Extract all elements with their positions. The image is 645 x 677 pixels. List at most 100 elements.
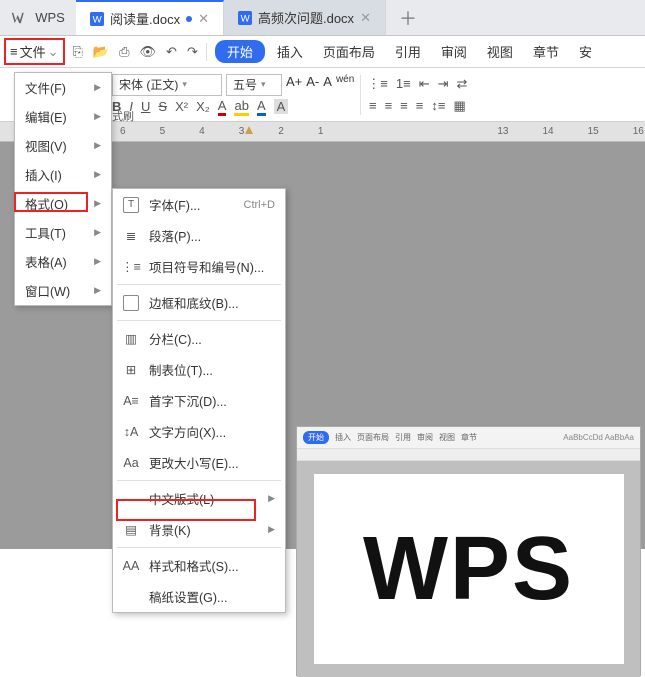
new-tab-button[interactable]: ＋ xyxy=(386,0,430,35)
file-menu-button[interactable]: ≡ 文件 ⌄ xyxy=(6,40,63,63)
wps-logo-icon xyxy=(11,9,29,27)
outdent-icon[interactable]: ⇤ xyxy=(419,76,430,92)
open-icon[interactable]: 📂 xyxy=(93,44,109,60)
close-icon[interactable]: ✕ xyxy=(198,11,209,27)
underline-icon[interactable]: U xyxy=(141,99,150,114)
tab-icon[interactable]: ⇄ xyxy=(457,76,468,92)
char-shading-icon[interactable]: A xyxy=(274,99,289,114)
strike-icon[interactable]: S xyxy=(158,99,167,114)
submenu-changecase[interactable]: Aa更改大小写(E)... xyxy=(113,447,285,478)
submenu-columns[interactable]: ▥分栏(C)... xyxy=(113,323,285,354)
submenu-textdir[interactable]: ↕A文字方向(X)... xyxy=(113,416,285,447)
separator xyxy=(117,320,281,321)
menu-insert[interactable]: 插入(I)▶ xyxy=(15,160,111,189)
submenu-font[interactable]: T字体(F)...Ctrl+D xyxy=(113,189,285,220)
font-dialog-icon: T xyxy=(123,197,139,213)
svg-text:W: W xyxy=(93,14,103,25)
dropcap-icon: A≡ xyxy=(123,393,139,409)
app-tab[interactable]: WPS xyxy=(0,0,76,35)
file-menu-label: 文件 xyxy=(20,42,46,61)
ruler-tick: 14 xyxy=(543,126,554,137)
submenu-manuscript[interactable]: 稿纸设置(G)... xyxy=(113,581,285,612)
svg-text:W: W xyxy=(241,13,251,24)
indent-marker-icon[interactable] xyxy=(245,126,253,134)
preview-ruler xyxy=(297,449,640,461)
subscript-icon[interactable]: X₂ xyxy=(196,99,210,114)
ruler-tick: 2 xyxy=(278,126,284,137)
justify-icon[interactable]: ≡ xyxy=(416,98,424,113)
submenu-arrow-icon: ▶ xyxy=(94,198,101,209)
clear-format-icon[interactable]: A xyxy=(323,74,332,96)
decrease-font-icon[interactable]: A- xyxy=(306,74,319,96)
submenu-borders[interactable]: 边框和底纹(B)... xyxy=(113,287,285,318)
ribbon-tab-chapter[interactable]: 章节 xyxy=(525,40,567,63)
submenu-dropcap[interactable]: A≡ 首字下沉(D)... xyxy=(113,385,285,416)
menu-file[interactable]: 文件(F)▶ xyxy=(15,73,111,102)
submenu-arrow-icon: ▶ xyxy=(94,111,101,122)
submenu-arrow-icon: ▶ xyxy=(94,140,101,151)
tab-document-1[interactable]: W 阅读量.docx ✕ xyxy=(76,0,224,35)
tab-label: 阅读量.docx xyxy=(110,9,180,28)
submenu-label: 文字方向(X)... xyxy=(149,422,275,441)
menu-edit[interactable]: 编辑(E)▶ xyxy=(15,102,111,131)
font-color-icon[interactable]: A xyxy=(218,98,227,116)
submenu-bullets[interactable]: ⋮≡项目符号和编号(N)... xyxy=(113,251,285,282)
submenu-label: 分栏(C)... xyxy=(149,329,202,348)
submenu-arrow-icon: ▶ xyxy=(94,169,101,180)
submenu-label: 首字下沉(D)... xyxy=(149,391,275,410)
ruler-tick: 6 xyxy=(120,126,126,137)
menu-bar: ≡ 文件 ⌄ ⎘ 📂 ⎙ 👁 ↶ ↷ 开始 插入 页面布局 引用 审阅 视图 章… xyxy=(0,36,645,68)
line-space-icon[interactable]: ↕≡ xyxy=(431,98,445,113)
font-size-value: 五号 xyxy=(233,76,257,93)
font-name-select[interactable]: 宋体 (正文)▾ xyxy=(112,74,222,96)
submenu-styles[interactable]: AA样式和格式(S)... xyxy=(113,550,285,581)
highlight-icon[interactable]: ab xyxy=(234,98,248,116)
font-size-select[interactable]: 五号▾ xyxy=(226,74,282,96)
align-center-icon[interactable]: ≡ xyxy=(385,98,393,113)
superscript-icon[interactable]: X² xyxy=(175,99,188,114)
paragraph-icon: ≣ xyxy=(123,228,139,244)
redo-icon[interactable]: ↷ xyxy=(187,44,198,60)
submenu-label: 更改大小写(E)... xyxy=(149,453,275,472)
indent-icon[interactable]: ⇥ xyxy=(438,76,449,92)
ribbon-tab-home[interactable]: 开始 xyxy=(215,40,265,63)
increase-font-icon[interactable]: A+ xyxy=(286,74,302,96)
ribbon-tab-extra[interactable]: 安 xyxy=(571,40,600,63)
menu-tools[interactable]: 工具(T)▶ xyxy=(15,218,111,247)
align-right-icon[interactable]: ≡ xyxy=(400,98,408,113)
menu-window[interactable]: 窗口(W)▶ xyxy=(15,276,111,305)
ribbon-tab-view[interactable]: 视图 xyxy=(479,40,521,63)
bullets-icon[interactable]: ⋮≡ xyxy=(367,76,388,92)
tab-document-2[interactable]: W 高频次问题.docx ✕ xyxy=(224,0,386,35)
align-left-icon[interactable]: ≡ xyxy=(369,98,377,113)
submenu-arrow-icon: ▶ xyxy=(94,227,101,238)
submenu-tabs[interactable]: ⊞制表位(T)... xyxy=(113,354,285,385)
submenu-cjk[interactable]: 中文版式(L)▶ xyxy=(113,483,285,514)
chevron-down-icon: ⌄ xyxy=(48,44,59,60)
preview-icon[interactable]: 👁 xyxy=(140,44,157,60)
pinyin-icon[interactable]: wén xyxy=(336,74,354,96)
menu-label: 表格(A) xyxy=(25,252,67,271)
ribbon-tab-layout[interactable]: 页面布局 xyxy=(315,40,383,63)
preview-ribbon: 开始 插入 页面布局 引用 审阅 视图 章节 AaBbCcDd AaBbAa xyxy=(297,427,640,449)
menu-table[interactable]: 表格(A)▶ xyxy=(15,247,111,276)
app-name: WPS xyxy=(35,10,65,25)
print-icon[interactable]: ⎙ xyxy=(119,44,129,60)
ribbon-tab-references[interactable]: 引用 xyxy=(387,40,429,63)
menu-format[interactable]: 格式(O)▶ xyxy=(15,189,111,218)
undo-icon[interactable]: ↶ xyxy=(166,44,177,60)
ribbon-tab-insert[interactable]: 插入 xyxy=(269,40,311,63)
ribbon-tab-review[interactable]: 审阅 xyxy=(433,40,475,63)
menu-label: 视图(V) xyxy=(25,136,67,155)
numbering-icon[interactable]: 1≡ xyxy=(396,76,411,91)
new-icon[interactable]: ⎘ xyxy=(73,44,83,60)
text-effect-icon[interactable]: A xyxy=(257,98,266,116)
preview-bigtext: WPS xyxy=(363,518,574,621)
close-icon[interactable]: ✕ xyxy=(360,10,371,26)
submenu-paragraph[interactable]: ≣段落(P)... xyxy=(113,220,285,251)
shading-icon[interactable]: ▦ xyxy=(453,98,465,114)
menu-view[interactable]: 视图(V) ▶ xyxy=(15,131,111,160)
submenu-background[interactable]: ▤背景(K)▶ xyxy=(113,514,285,545)
doc-icon: W xyxy=(238,11,252,25)
bullets-icon: ⋮≡ xyxy=(123,259,139,275)
